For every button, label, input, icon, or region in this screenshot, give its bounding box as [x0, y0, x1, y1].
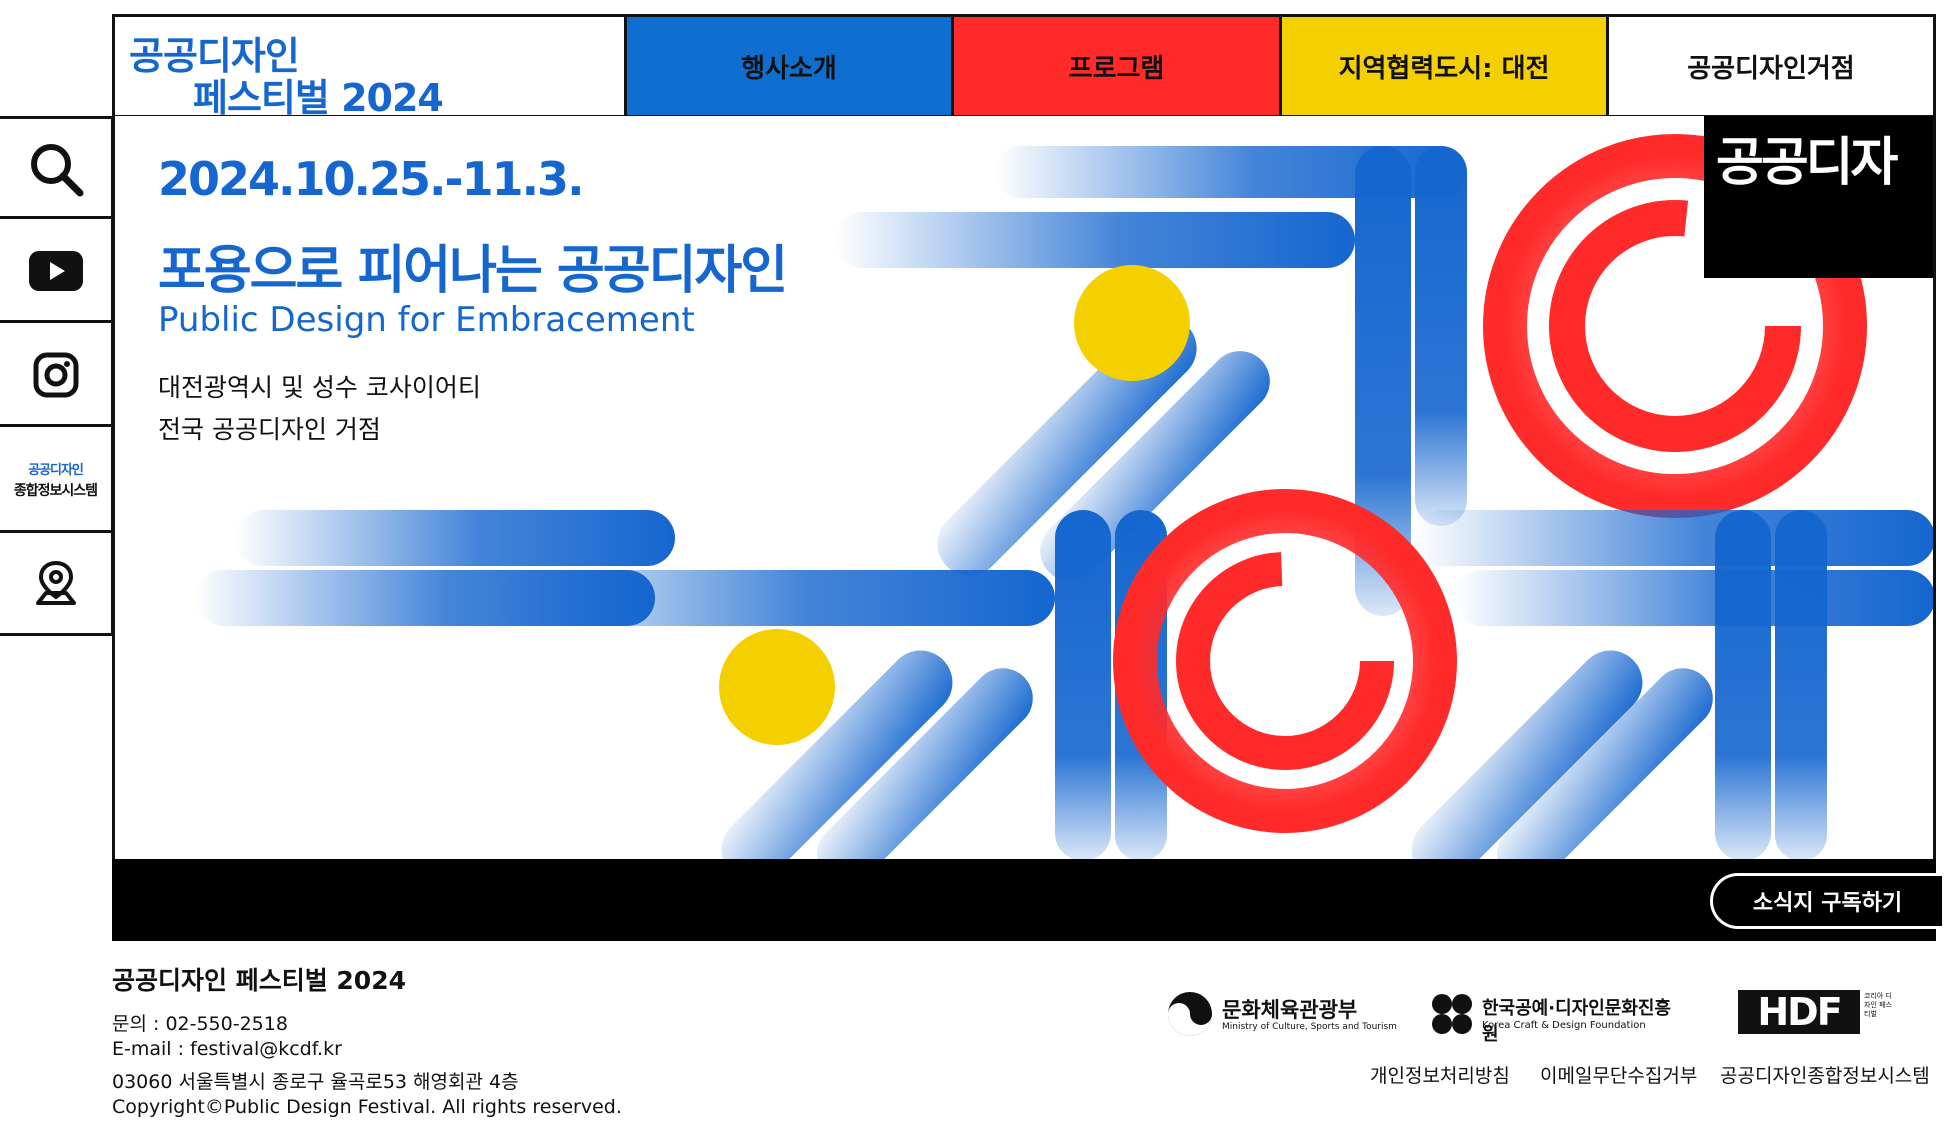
info-system-link[interactable]: 공공디자인 종합정보시스템 — [0, 424, 114, 532]
hero-banner: 2024.10.25.-11.3. 포용으로 피어나는 공공디자인 Public… — [112, 116, 1936, 861]
footer-phone: 문의 : 02-550-2518 — [112, 1013, 288, 1035]
instagram-link[interactable] — [0, 320, 114, 426]
page: 공공디자인 페스티벌 2024 행사소개 프로그램 지역협력도시: 대전 공공디… — [0, 0, 1956, 1128]
info-system-bottom: 종합정보시스템 — [13, 483, 98, 499]
search-button[interactable] — [0, 116, 114, 218]
instagram-icon — [33, 352, 78, 397]
youtube-icon — [28, 250, 83, 291]
footer-copyright: Copyright©Public Design Festival. All ri… — [112, 1096, 622, 1118]
public-design-badge: 공공디자인 — [1704, 116, 1933, 278]
nav-region-city[interactable]: 지역협력도시: 대전 — [1279, 14, 1609, 118]
footer-email: E-mail : festival@kcdf.kr — [112, 1038, 342, 1060]
festival-theme-title: 포용으로 피어나는 공공디자인 — [158, 241, 788, 301]
org-ministry-logo[interactable]: 문화체육관광부 Ministry of Culture, Sports and … — [1166, 990, 1406, 1042]
festival-location-line-1: 대전광역시 및 성수 코사이어티 — [158, 373, 481, 402]
hdf-mark: HDF — [1738, 990, 1860, 1034]
footer-address: 03060 서울특별시 종로구 율곡로53 해영회관 4층 — [112, 1071, 519, 1093]
footer-title: 공공디자인 페스티벌 2024 — [112, 966, 406, 995]
subscribe-newsletter-button[interactable]: 소식지 구독하기 — [1710, 873, 1942, 929]
search-icon — [30, 143, 83, 196]
org-hdf-logo[interactable]: HDF 코리아 디자인 페스티벌 — [1738, 990, 1898, 1036]
bottom-bar: 소식지 구독하기 — [112, 859, 1942, 941]
info-system-footer-link[interactable]: 공공디자인종합정보시스템 — [1720, 1061, 1930, 1088]
festival-logo[interactable]: 공공디자인 페스티벌 2024 — [112, 14, 626, 120]
nav-about[interactable]: 행사소개 — [624, 14, 954, 118]
org-ministry-name: 문화체육관광부 — [1222, 998, 1358, 1022]
org-kcdf-en: Korea Craft & Design Foundation — [1482, 1020, 1646, 1031]
logo-line-2: 페스티벌 2024 — [193, 76, 444, 120]
festival-theme-subtitle: Public Design for Embracement — [158, 300, 695, 340]
festival-location-line-2: 전국 공공디자인 거점 — [158, 415, 381, 444]
hdf-small-text: 코리아 디자인 페스티벌 — [1864, 992, 1892, 1018]
map-pin-icon — [35, 560, 76, 605]
info-system-top: 공공디자인 — [28, 463, 84, 478]
org-kcdf-logo[interactable]: 한국공예·디자인문화진흥원 Korea Craft & Design Found… — [1430, 990, 1680, 1045]
youtube-link[interactable] — [0, 216, 114, 322]
badge-dots — [1705, 205, 1851, 277]
map-link[interactable] — [0, 530, 114, 636]
festival-dates: 2024.10.25.-11.3. — [158, 152, 585, 206]
nav-program[interactable]: 프로그램 — [951, 14, 1282, 118]
org-ministry-en: Ministry of Culture, Sports and Tourism — [1222, 1022, 1397, 1032]
nav-public-design-hub[interactable]: 공공디자인거점 — [1606, 14, 1936, 118]
kcdf-clover-icon — [1432, 994, 1472, 1034]
taegeuk-icon — [1168, 992, 1212, 1036]
privacy-policy-link[interactable]: 개인정보처리방침 — [1370, 1061, 1510, 1088]
email-refusal-link[interactable]: 이메일무단수집거부 — [1540, 1061, 1697, 1088]
